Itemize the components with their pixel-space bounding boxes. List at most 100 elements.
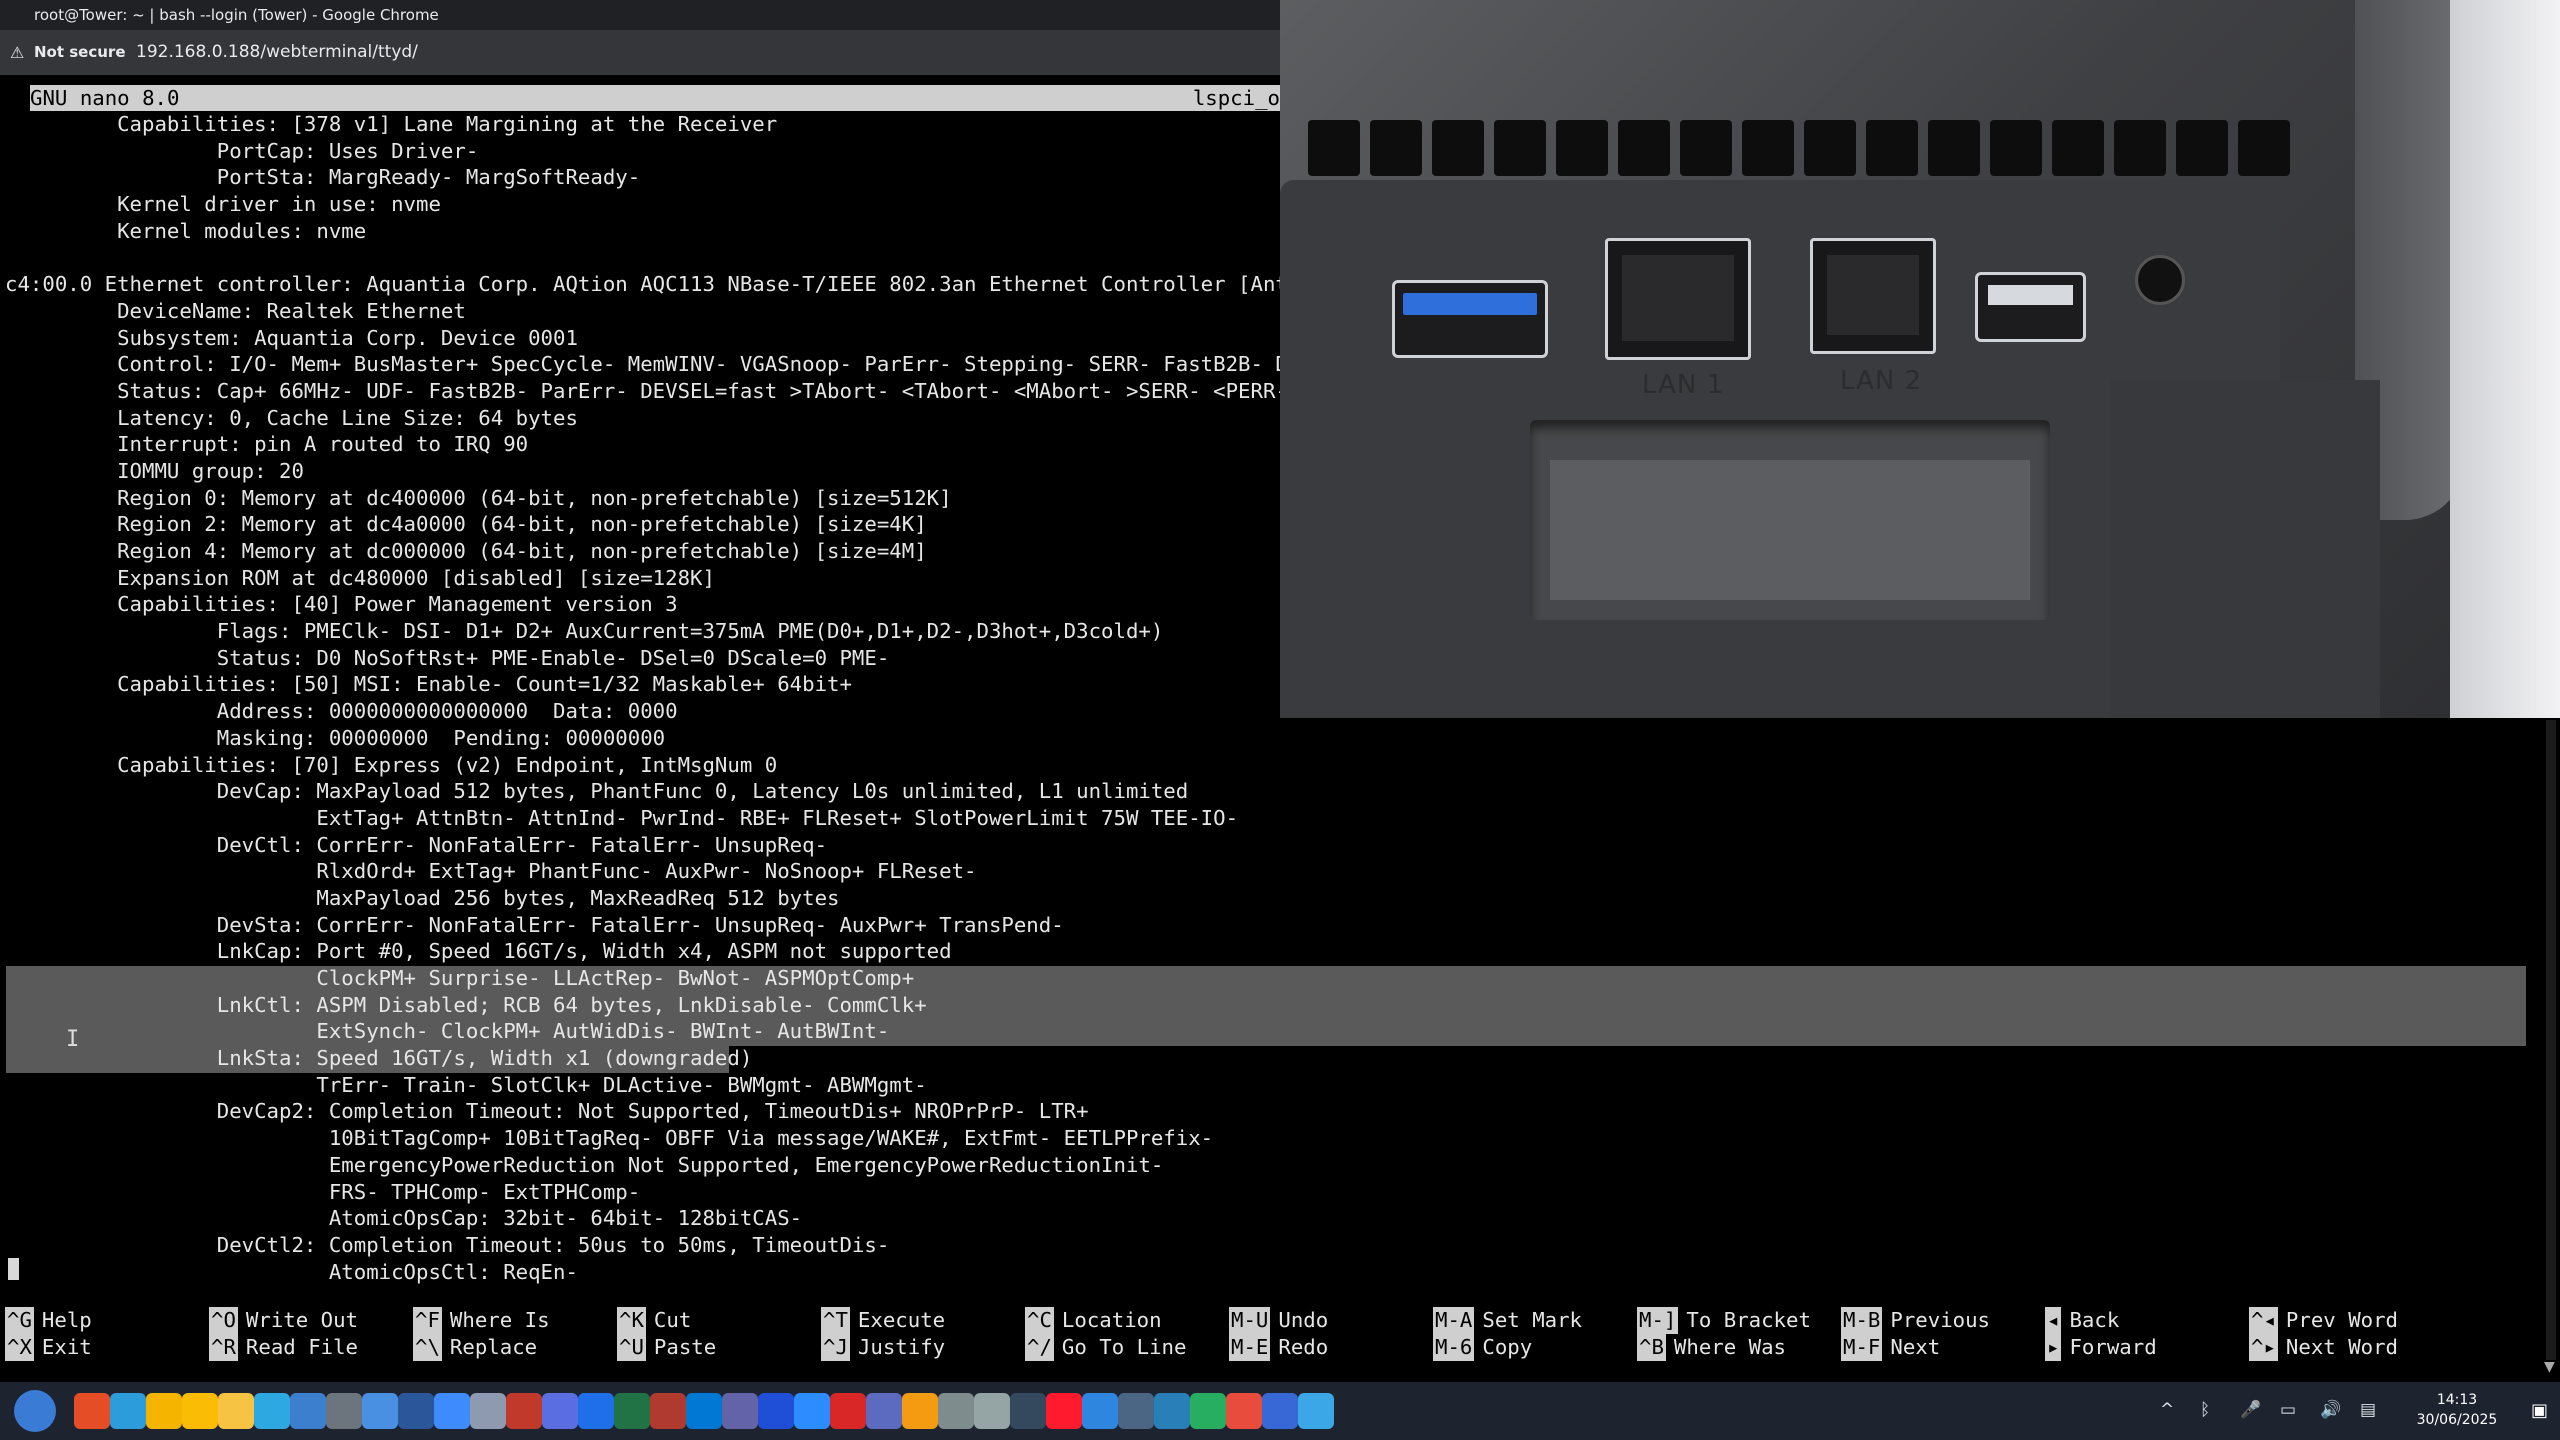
volume-icon[interactable]: 🔊 <box>2320 1400 2341 1420</box>
vpn-app-icon[interactable] <box>1010 1393 1046 1429</box>
webcam-overlay: LAN 1 LAN 2 <box>1280 0 2560 718</box>
terminal-line: DevSta: CorrErr- NonFatalErr- FatalErr- … <box>5 912 1064 937</box>
clock-time: 14:13 <box>2436 1392 2478 1408</box>
terminal-line: ExtTag+ AttnBtn- AttnInd- PwrInd- RBE+ F… <box>5 805 1239 830</box>
screen-app-icon[interactable] <box>542 1393 578 1429</box>
clock[interactable]: 14:13 30/06/2025 <box>2412 1390 2502 1430</box>
vent-slot <box>2238 120 2290 176</box>
shortcut-label: To Bracket <box>1686 1308 1811 1332</box>
terminal-scrollbar[interactable]: ▼ <box>2540 720 2560 1375</box>
chart-app-icon[interactable] <box>1154 1393 1190 1429</box>
opera-app-icon[interactable] <box>1046 1393 1082 1429</box>
shortcut-item: ^T Execute ^J Justify <box>821 1307 1021 1361</box>
terminal-line: Masking: 00000000 Pending: 00000000 <box>5 725 666 750</box>
settings-app-icon[interactable] <box>470 1393 506 1429</box>
teams-app-icon[interactable] <box>722 1393 758 1429</box>
shortcut-key: ◂ <box>2045 1307 2062 1334</box>
spreadsheet-app-icon[interactable] <box>614 1393 650 1429</box>
vent-slot <box>1556 120 1608 176</box>
tools-app-icon[interactable] <box>866 1393 902 1429</box>
shortcut-item: ^C Location ^/ Go To Line <box>1025 1307 1225 1361</box>
calendar-app-icon[interactable] <box>650 1393 686 1429</box>
u-app-icon[interactable] <box>758 1393 794 1429</box>
terminal-line: DevCap: MaxPayload 512 bytes, PhantFunc … <box>5 779 1189 804</box>
vent-slot <box>2176 120 2228 176</box>
clock-app-icon[interactable] <box>938 1393 974 1429</box>
microphone-icon[interactable]: 🎤 <box>2240 1400 2261 1420</box>
bluetooth-icon[interactable]: ᛒ <box>2200 1400 2210 1420</box>
start-orb-icon[interactable] <box>14 1390 56 1432</box>
edge-app-icon[interactable] <box>686 1393 722 1429</box>
terminal-line: AtomicOpsCtl: ReqEn- <box>5 1259 578 1284</box>
shortcut-item: ◂ Back ▸ Forward <box>2045 1307 2245 1361</box>
pdf-app-icon[interactable] <box>1226 1393 1262 1429</box>
warning-icon[interactable]: ⚠ <box>10 30 24 75</box>
window-app-icon[interactable] <box>362 1393 398 1429</box>
window-manager-icon[interactable] <box>110 1393 146 1429</box>
wave-app-icon[interactable] <box>1262 1393 1298 1429</box>
url-field[interactable]: 192.168.0.188/webterminal/ttyd/ <box>136 30 418 75</box>
battery-icon[interactable]: ▤ <box>2360 1400 2376 1420</box>
terminal-cursor <box>8 1258 19 1280</box>
keyboard-app-icon[interactable] <box>326 1393 362 1429</box>
expansion-slot <box>1530 420 2050 620</box>
search-app-icon[interactable] <box>254 1393 290 1429</box>
media-app-icon[interactable] <box>74 1393 110 1429</box>
shortcut-key: ^X <box>5 1334 34 1361</box>
vent-slot <box>1680 120 1732 176</box>
shortcut-item: M-A Set Mark M-6 Copy <box>1433 1307 1633 1361</box>
shortcut-key: ^K <box>617 1307 646 1334</box>
usb3-port <box>1392 280 1548 358</box>
monitor2-app-icon[interactable] <box>1082 1393 1118 1429</box>
shortcut-item: ^◂ Prev Word ^▸ Next Word <box>2249 1307 2449 1361</box>
arrow-app-icon[interactable] <box>902 1393 938 1429</box>
shortcut-key: ^G <box>5 1307 34 1334</box>
record-app-icon[interactable] <box>830 1393 866 1429</box>
shortcut-label: Next Word <box>2285 1335 2399 1359</box>
shortcut-key: ^\ <box>413 1334 442 1361</box>
shortcut-key: ^F <box>413 1307 442 1334</box>
terminal-line: FRS- TPHComp- ExtTPHComp- <box>5 1179 641 1204</box>
device-app-icon[interactable] <box>506 1393 542 1429</box>
shortcut-key: ^O <box>209 1307 238 1334</box>
network-icon[interactable]: ▭ <box>2280 1400 2296 1420</box>
shortcut-label: Write Out <box>245 1308 359 1332</box>
calc-app-icon[interactable] <box>1118 1393 1154 1429</box>
chrome-icon[interactable] <box>182 1393 218 1429</box>
scrollbar-thumb[interactable] <box>2546 720 2556 1360</box>
vent-slot <box>2114 120 2166 176</box>
shortcut-item: ^K Cut ^U Paste <box>617 1307 817 1361</box>
shortcut-label: Where Was <box>1673 1335 1787 1359</box>
shortcut-key: ^/ <box>1025 1334 1054 1361</box>
vent-slot <box>1742 120 1794 176</box>
vent-slot <box>1370 120 1422 176</box>
text-cursor-icon: I <box>66 1027 80 1052</box>
shortcut-label: Copy <box>1482 1335 1533 1359</box>
colorful-app-icon[interactable] <box>146 1393 182 1429</box>
shortcut-key: M-6 <box>1433 1334 1475 1361</box>
vent-slot <box>1494 120 1546 176</box>
browser-title-bar: root@Tower: ~ | bash --login (Tower) - G… <box>0 0 1280 30</box>
box-app-icon[interactable] <box>1190 1393 1226 1429</box>
usb-port <box>1975 272 2086 342</box>
terminal-line: DevCtl: CorrErr- NonFatalErr- FatalErr- … <box>5 832 828 857</box>
address-bar[interactable]: ⚠ Not secure 192.168.0.188/webterminal/t… <box>0 30 1280 75</box>
network-app-icon[interactable] <box>434 1393 470 1429</box>
zoom-app-icon[interactable] <box>794 1393 830 1429</box>
terminal-line: LnkCtl: ASPM Disabled; RCB 64 bytes, Lnk… <box>5 992 927 1017</box>
audio-app-icon[interactable] <box>974 1393 1010 1429</box>
tray-chevron-icon[interactable]: ^ <box>2160 1400 2174 1420</box>
vent-slot <box>1866 120 1918 176</box>
shortcut-key: M-U <box>1229 1307 1271 1334</box>
security-label[interactable]: Not secure <box>34 30 126 75</box>
terminal-line: LnkCap: Port #0, Speed 16GT/s, Width x4,… <box>5 939 952 964</box>
notification-icon[interactable]: ▣ <box>2531 1400 2548 1421</box>
word-app-icon[interactable] <box>398 1393 434 1429</box>
scroll-down-icon[interactable]: ▼ <box>2544 1359 2555 1375</box>
vent-slot <box>1432 120 1484 176</box>
monitor-app-icon[interactable] <box>578 1393 614 1429</box>
magnifier-app-icon[interactable] <box>290 1393 326 1429</box>
file-explorer-icon[interactable] <box>218 1393 254 1429</box>
chrome-remote-app-icon[interactable] <box>1298 1393 1334 1429</box>
terminal-line: EmergencyPowerReduction Not Supported, E… <box>5 1152 1164 1177</box>
